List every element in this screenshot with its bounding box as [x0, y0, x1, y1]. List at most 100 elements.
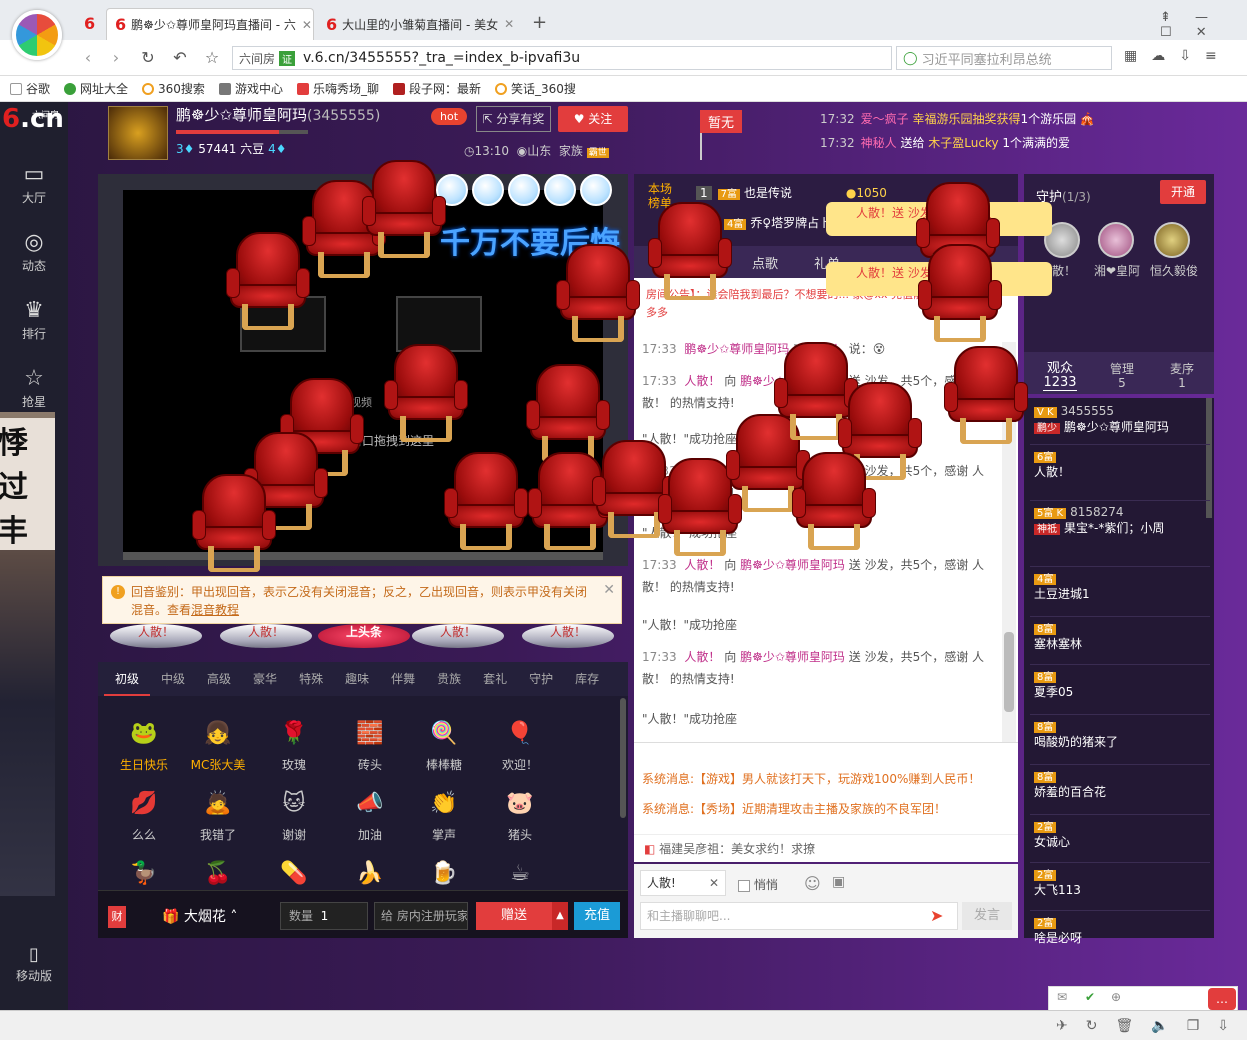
speaker-icon[interactable]: 🔈: [1151, 1018, 1168, 1034]
chat-user[interactable]: 鹏☸少✩尊师皇阿玛: [740, 558, 845, 572]
gift-tab[interactable]: 贵族: [426, 662, 472, 696]
guard-name[interactable]: 湘❤皇阿: [1094, 262, 1140, 279]
open-guard-button[interactable]: 开通: [1160, 180, 1206, 204]
emoji-icon[interactable]: ☺: [804, 874, 821, 893]
close-icon[interactable]: ✕: [709, 871, 719, 895]
notice-user[interactable]: 神秘人: [861, 136, 897, 150]
chat-user[interactable]: 人散！: [684, 650, 720, 664]
check-icon[interactable]: ✔: [1085, 990, 1095, 1004]
gift-item[interactable]: 🍒: [182, 856, 254, 890]
chat-user[interactable]: 鹏☸少✩尊师皇阿玛: [740, 650, 845, 664]
scroll-thumb[interactable]: [1004, 632, 1014, 712]
audience-item[interactable]: 5富 K 8158274 神祗 果宝*-*紫们；小周: [1034, 504, 1164, 536]
chat-user[interactable]: 鹏☸少✩尊师皇阿玛: [684, 342, 789, 356]
gift-item[interactable]: ☕: [484, 856, 556, 890]
gift-selector[interactable]: 🎁 大烟花 ˄: [162, 906, 237, 926]
address-bar[interactable]: 六间房 证 v.6.cn/3455555?_tra_=index_b-ipvaf…: [232, 46, 892, 70]
tab-inactive[interactable]: 6 大山里的小雏菊直播间 - 美女 ✕: [318, 8, 522, 40]
bookmark-item[interactable]: 段子网：最新: [392, 80, 481, 97]
gift-item[interactable]: 🐸 生日快乐: [108, 716, 180, 786]
bookmark-item[interactable]: 谷歌: [10, 80, 50, 97]
zoom-icon[interactable]: ⊕: [1111, 990, 1121, 1004]
send-plane-icon[interactable]: ➤: [930, 906, 943, 925]
audience-item[interactable]: 8富 喝酸奶的猪来了: [1034, 718, 1118, 750]
bookmark-item[interactable]: 笑话_360搜: [494, 80, 576, 97]
toolbar-icons[interactable]: ▦☁⇩≡: [1124, 48, 1231, 64]
nav-mobile[interactable]: ▯ 移动版: [0, 944, 68, 994]
bookmark-item[interactable]: 乐嗨秀场_聊: [296, 80, 379, 97]
gift-item[interactable]: 👧 MC张大美: [182, 716, 254, 786]
rank-row[interactable]: 4富 乔♀塔罗牌占卜: [724, 214, 831, 231]
chat-user[interactable]: 人散！: [684, 558, 720, 572]
gift-tab[interactable]: 套礼: [472, 662, 518, 696]
gift-item[interactable]: 🌹 玫瑰: [258, 716, 330, 786]
gift-item[interactable]: 💋 么么: [108, 786, 180, 856]
site-logo[interactable]: 6.cn 六间房: [2, 104, 66, 144]
audience-item[interactable]: 4富 土豆进城1: [1034, 570, 1090, 602]
gift-tab[interactable]: 中级: [150, 662, 196, 696]
recharge-button[interactable]: 充值: [574, 902, 620, 930]
window-icon[interactable]: ❐: [1187, 1018, 1200, 1034]
tab-mic-queue[interactable]: 麦序 1: [1152, 362, 1212, 390]
gift-item[interactable]: 🙇 我错了: [182, 786, 254, 856]
chat-input[interactable]: 和主播聊聊吧...: [640, 902, 958, 930]
trash-icon[interactable]: 🗑: [1115, 1018, 1133, 1034]
share-button[interactable]: ⇱ 分享有奖: [476, 106, 551, 132]
guard-name[interactable]: 恒久毅俊: [1150, 262, 1198, 279]
download-icon[interactable]: ⇩: [1217, 1018, 1229, 1034]
audience-item[interactable]: 6富 人散！: [1034, 448, 1070, 480]
audience-item[interactable]: V K 3455555 鹏少 鹏☸少✩尊师皇阿玛: [1034, 404, 1169, 435]
gift-item[interactable]: 🐷 猪头: [484, 786, 556, 856]
send-gift-button[interactable]: 赠送: [476, 902, 552, 930]
new-tab-button[interactable]: +: [532, 12, 547, 33]
checkbox-icon[interactable]: [738, 879, 750, 892]
seat-plate[interactable]: 人散！: [412, 624, 504, 648]
gift-tab[interactable]: 伴舞: [380, 662, 426, 696]
follow-button[interactable]: ♥ 关注: [558, 106, 628, 132]
seat-plate[interactable]: 人散！: [220, 624, 312, 648]
gift-tab[interactable]: 高级: [196, 662, 242, 696]
gift-item[interactable]: 📣 加油: [334, 786, 406, 856]
back-icon[interactable]: ‹: [78, 48, 98, 68]
gift-item[interactable]: 💊: [258, 856, 330, 890]
gift-tab[interactable]: 豪华: [242, 662, 288, 696]
pin-icon[interactable]: ✈: [1056, 1018, 1068, 1034]
browser-logo-icon[interactable]: [12, 10, 62, 60]
close-icon[interactable]: ✕: [302, 18, 312, 32]
gift-tab[interactable]: 守护: [518, 662, 564, 696]
tab-active[interactable]: 6 鹏☸少✩尊师皇阿玛直播间 - 六 ✕: [106, 8, 314, 40]
gift-item[interactable]: 🍺: [408, 856, 480, 890]
search-input[interactable]: ◯ 习近平同塞拉利昂总统: [896, 46, 1112, 70]
chat-user[interactable]: 人散！: [684, 374, 720, 388]
gift-scrollbar[interactable]: [620, 698, 626, 818]
refresh-icon[interactable]: ↻: [138, 48, 158, 68]
gift-item[interactable]: 🎈 欢迎！: [484, 716, 556, 786]
family-badge[interactable]: 霸世: [586, 148, 609, 158]
send-options-icon[interactable]: ▲: [552, 902, 568, 930]
window-controls[interactable]: ⇞ — ☐ ✕: [1160, 10, 1247, 40]
forward-icon[interactable]: ›: [106, 48, 126, 68]
nav-dynamic[interactable]: ◎ 动态: [0, 230, 68, 290]
echo-link[interactable]: 混音教程: [191, 603, 239, 617]
bookmark-item[interactable]: 网址大全: [64, 80, 128, 97]
bookmark-item[interactable]: 游戏中心: [218, 80, 283, 97]
gift-item[interactable]: 🦆: [108, 856, 180, 890]
mail-icon[interactable]: ✉: [1057, 990, 1067, 1004]
gift-item[interactable]: 🧱 砖头: [334, 716, 406, 786]
image-icon[interactable]: ▣: [832, 874, 845, 890]
message-icon[interactable]: …: [1208, 988, 1236, 1010]
gift-item[interactable]: 🐱 谢谢: [258, 786, 330, 856]
guard-avatar[interactable]: [1154, 222, 1190, 258]
notice-user[interactable]: 爱～疯子: [861, 112, 909, 126]
audience-item[interactable]: 8富 塞林塞林: [1034, 620, 1082, 652]
gift-tab[interactable]: 特殊: [288, 662, 334, 696]
nav-rank[interactable]: ♛ 排行: [0, 298, 68, 358]
speed-icon[interactable]: ↻: [1086, 1018, 1098, 1034]
seat-plate[interactable]: 人散！: [522, 624, 614, 648]
audience-item[interactable]: 8富 夏季05: [1034, 668, 1073, 700]
star-icon[interactable]: ☆: [202, 48, 222, 68]
seat-plate[interactable]: 人散！: [110, 624, 202, 648]
anchor-avatar[interactable]: [108, 106, 168, 160]
audience-item[interactable]: 2富 女诚心: [1034, 818, 1070, 850]
nav-hall[interactable]: ▭ 大厅: [0, 162, 68, 222]
